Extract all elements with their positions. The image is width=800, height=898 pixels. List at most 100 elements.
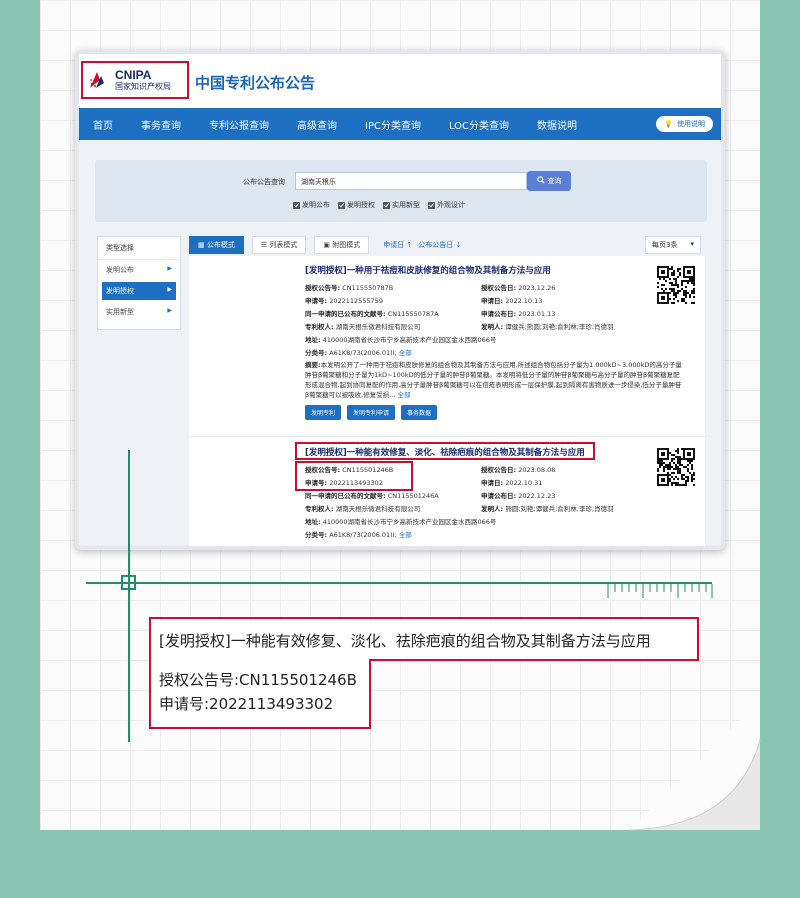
mode-publication[interactable]: ▦ 公布模式 bbox=[189, 236, 244, 254]
search-icon bbox=[536, 176, 545, 186]
chevron-right-icon: ▶ bbox=[167, 307, 172, 314]
qr-code-icon bbox=[657, 448, 695, 486]
search-button[interactable]: 查询 bbox=[527, 171, 571, 191]
app-no: 申请号: 2022112555759 bbox=[305, 297, 383, 305]
more-link[interactable]: 全部 bbox=[398, 391, 411, 399]
inventor: 发明人: 熊圆;刘艳;谭健兵;俞利林;李珍;肖德羽 bbox=[481, 505, 614, 513]
nav-advanced[interactable]: 高级查询 bbox=[297, 117, 337, 132]
search-button-label: 查询 bbox=[547, 177, 562, 185]
check-invention-pub[interactable]: 发明公布 bbox=[293, 200, 330, 210]
check-label: 实用新型 bbox=[392, 201, 420, 209]
btn-invention-patent[interactable]: 发明专利 bbox=[305, 405, 342, 421]
type-checkboxes: 发明公布 发明授权 实用新型 外观设计 bbox=[293, 200, 465, 210]
btn-invention-application[interactable]: 发明专利申请 bbox=[347, 405, 396, 421]
sort-pub-date[interactable]: 公布公告日 ↓ bbox=[418, 240, 461, 250]
lightbulb-icon: 💡 bbox=[664, 120, 673, 128]
sort-apply-date[interactable]: 申请日 ↑ bbox=[383, 240, 412, 250]
callout-grant-no: 授权公告号:CN115501246B bbox=[159, 671, 357, 689]
checkbox-icon bbox=[428, 201, 435, 209]
image-icon: ▣ bbox=[323, 241, 333, 249]
mode-list[interactable]: ☰ 列表模式 bbox=[251, 236, 307, 254]
checkbox-icon bbox=[293, 201, 300, 209]
sidebar-item-invention-grant[interactable]: 发明授权 ▶ bbox=[102, 282, 176, 300]
mode-label: 公布模式 bbox=[206, 241, 235, 249]
nav-gazette[interactable]: 专利公报查询 bbox=[209, 117, 269, 132]
mode-figure[interactable]: ▣ 附图模式 bbox=[314, 236, 370, 254]
record-title[interactable]: [发明授权]一种用于祛痘和皮肤修复的组合物及其制备方法与应用 bbox=[305, 264, 575, 276]
callout-numbers: 授权公告号:CN115501246B 申请号:2022113493302 bbox=[149, 659, 371, 729]
inventor: 发明人: 谭健兵;熊圆;刘艳;俞利林;李珍;肖德羽 bbox=[481, 323, 614, 331]
same-app-doc: 同一申请的已公布的文献号: CN115550787A bbox=[305, 310, 439, 318]
type-sidebar: 类型选择 发明公布 ▶ 发明授权 ▶ 实用新型 ▶ bbox=[97, 236, 181, 330]
pub-date: 申请公布日: 2023.01.13 bbox=[481, 310, 556, 318]
main-nav: 首页 事务查询 专利公报查询 高级查询 IPC分类查询 LOC分类查询 数据说明… bbox=[79, 108, 721, 140]
mode-label: 列表模式 bbox=[269, 241, 298, 249]
nav-affairs[interactable]: 事务查询 bbox=[141, 117, 181, 132]
checkbox-icon bbox=[383, 201, 390, 209]
more-link[interactable]: 全部 bbox=[399, 531, 412, 539]
cnipa-logo-icon bbox=[87, 68, 111, 92]
site-title: 中国专利公布公告 bbox=[195, 74, 316, 92]
btn-affairs-data[interactable]: 事务数据 bbox=[401, 405, 438, 421]
abstract: 摘要:本发明公开了一种用于祛痘和皮肤修复的组合物及其制备方法与应用,所述组合物包… bbox=[305, 361, 682, 400]
help-button[interactable]: 💡 使用说明 bbox=[656, 116, 713, 132]
nav-loc[interactable]: LOC分类查询 bbox=[449, 117, 509, 132]
per-page-select[interactable]: 每页3条 ▾ bbox=[645, 236, 701, 254]
check-label: 发明授权 bbox=[347, 201, 375, 209]
numbers-highlight bbox=[295, 461, 413, 491]
qr-code-icon bbox=[657, 266, 695, 304]
nav-data-notes[interactable]: 数据说明 bbox=[537, 117, 577, 132]
address: 地址: 410000湖南省长沙市宁乡高新技术产业园区金水西路066号 bbox=[305, 336, 497, 344]
app-date: 申请日: 2022.10.13 bbox=[481, 297, 543, 305]
grant-date: 授权公告日: 2023.12.26 bbox=[481, 284, 556, 292]
class-no: 分类号: A61K8/73(2006.01)I; 全部 bbox=[305, 531, 412, 539]
logo-en-text: CNIPA bbox=[115, 68, 152, 82]
sidebar-item-label: 发明授权 bbox=[106, 287, 134, 295]
holder: 专利权人: 湖南天根乐微君科技有限公司 bbox=[305, 505, 421, 513]
chevron-right-icon: ▶ bbox=[167, 265, 172, 272]
ruler-ticks bbox=[607, 584, 713, 598]
nav-home[interactable]: 首页 bbox=[93, 117, 113, 132]
ruler-corner bbox=[121, 575, 136, 590]
callout-title: [发明授权]一种能有效修复、淡化、祛除疤痕的组合物及其制备方法与应用 bbox=[149, 617, 699, 661]
help-label: 使用说明 bbox=[677, 120, 705, 128]
chevron-right-icon: ▶ bbox=[167, 286, 172, 293]
check-design[interactable]: 外观设计 bbox=[428, 200, 465, 210]
record-divider bbox=[189, 436, 705, 437]
grant-no: 授权公告号: CN115550787B bbox=[305, 284, 394, 292]
pub-date: 申请公布日: 2022.12.23 bbox=[481, 492, 556, 500]
check-utility[interactable]: 实用新型 bbox=[383, 200, 420, 210]
callout-app-no: 申请号:2022113493302 bbox=[159, 695, 334, 713]
check-label: 外观设计 bbox=[437, 201, 465, 209]
more-link[interactable]: 全部 bbox=[399, 349, 412, 357]
per-page-value: 每页3条 bbox=[652, 241, 678, 249]
result-record: [发明授权]一种用于祛痘和皮肤修复的组合物及其制备方法与应用 授权公告号: CN… bbox=[305, 264, 682, 421]
checkbox-icon bbox=[338, 201, 345, 209]
title-highlight bbox=[295, 442, 595, 460]
search-label: 公布公告查询 bbox=[243, 178, 285, 186]
chevron-down-icon: ▾ bbox=[690, 240, 694, 248]
sidebar-item-label: 发明公布 bbox=[106, 266, 134, 274]
sidebar-item-utility[interactable]: 实用新型 ▶ bbox=[98, 302, 180, 322]
check-label: 发明公布 bbox=[302, 201, 330, 209]
grant-date: 授权公告日: 2023.08.08 bbox=[481, 466, 556, 474]
check-invention-grant[interactable]: 发明授权 bbox=[338, 200, 375, 210]
search-input[interactable]: 湖南天根乐 bbox=[295, 172, 527, 190]
ruler-vertical bbox=[128, 450, 130, 742]
sidebar-heading: 类型选择 bbox=[98, 237, 180, 260]
sidebar-item-invention-pub[interactable]: 发明公布 ▶ bbox=[98, 260, 180, 280]
same-app-doc: 同一申请的已公布的文献号: CN115501246A bbox=[305, 492, 439, 500]
mode-label: 附图模式 bbox=[332, 241, 361, 249]
class-no: 分类号: A61K8/73(2006.01)I; 全部 bbox=[305, 349, 412, 357]
holder: 专利权人: 湖南天根乐微君科技有限公司 bbox=[305, 323, 421, 331]
cnipa-logo[interactable]: CNIPA 国家知识产权局 bbox=[81, 61, 189, 99]
callout-title-text: [发明授权]一种能有效修复、淡化、祛除疤痕的组合物及其制备方法与应用 bbox=[159, 632, 651, 650]
search-panel: 公布公告查询 湖南天根乐 查询 发明公布 发明授权 实用新型 外观设计 bbox=[95, 160, 707, 222]
grid-icon: ▦ bbox=[198, 241, 207, 249]
sidebar-item-label: 实用新型 bbox=[106, 308, 134, 316]
app-date: 申请日: 2022.10.31 bbox=[481, 479, 543, 487]
nav-ipc[interactable]: IPC分类查询 bbox=[365, 117, 421, 132]
view-toolbar: ▦ 公布模式 ☰ 列表模式 ▣ 附图模式 申请日 ↑ 公布公告日 ↓ 每页3条 ▾ bbox=[189, 236, 701, 254]
site-header: CNIPA 国家知识产权局 中国专利公布公告 bbox=[79, 54, 721, 108]
page-curl bbox=[630, 700, 761, 898]
